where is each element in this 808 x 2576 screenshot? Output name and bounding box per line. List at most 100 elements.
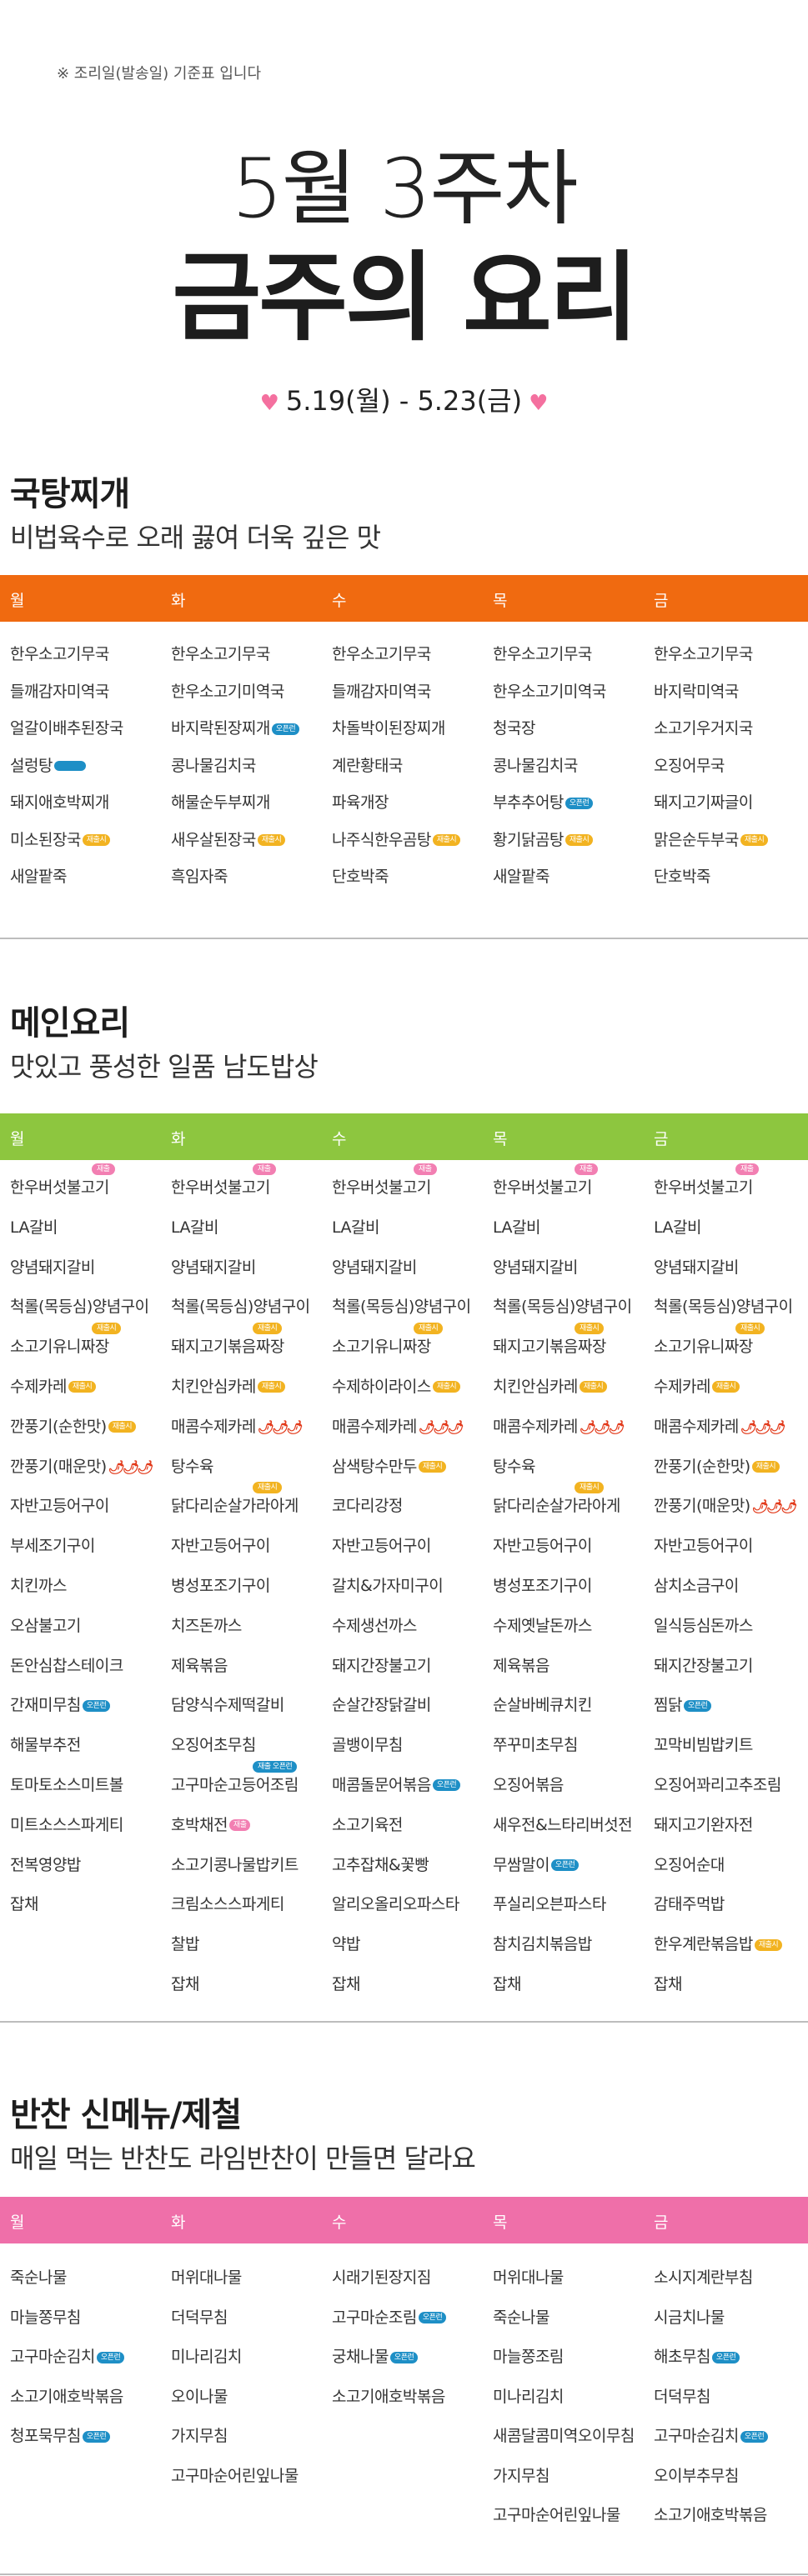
menu-item: 콩나물김치국 [493, 753, 655, 791]
chili-pepper-icon: 🌶🌶🌶 [579, 1418, 625, 1435]
menu-item-name: 크림소스스파게티 [171, 1895, 284, 1914]
menu-badge: 재출시 [565, 834, 594, 846]
menu-item: 미나리김치 [171, 2344, 334, 2384]
day-label: 월 [10, 1130, 25, 1148]
menu-item-name: 전복영양밥 [10, 1855, 81, 1874]
menu-item: 골뱅이무침 [332, 1733, 494, 1773]
menu-item-name: 한우소고기미역국 [493, 682, 606, 701]
menu-item: 부세조기구이 [10, 1533, 173, 1573]
menu-item-name: 마늘쫑조림 [493, 2348, 564, 2366]
menu-item: 더덕무침 [171, 2305, 334, 2345]
menu-item: 들깨감자미역국 [332, 679, 494, 717]
day-label: 금 [654, 1130, 669, 1148]
menu-item: 깐풍기(매운맛) 🌶🌶🌶 [10, 1454, 173, 1494]
menu-item-name: 오삼불고기 [10, 1616, 81, 1635]
menu-badge: 재출시 [740, 834, 769, 846]
menu-item-name: 갈치&가자미구이 [332, 1576, 444, 1595]
day-label: 수 [332, 1130, 347, 1148]
menu-item-name: 잡채 [654, 1974, 682, 1993]
menu-item-name: 바지락미역국 [654, 682, 739, 701]
menu-item: 한우소고기무국 [171, 642, 334, 679]
menu-item-name: LA갈비 [171, 1218, 218, 1237]
menu-item-name: 돼지간장불고기 [654, 1656, 753, 1675]
menu-item-name: 파육개장 [332, 793, 389, 812]
menu-item: 맑은순두부국 재출시 [654, 828, 808, 865]
menu-item: 제육볶음 [493, 1653, 655, 1693]
menu-item-name: 소고기유니짜장 [10, 1338, 109, 1357]
menu-item: 고구마순고등어조림 재출 오픈런 [171, 1760, 334, 1813]
menu-item-name: 자반고등어구이 [332, 1537, 431, 1556]
menu-item: 단호박죽 [654, 864, 808, 902]
menu-item-name: LA갈비 [332, 1218, 379, 1237]
menu-item: LA갈비 [493, 1215, 655, 1255]
menu-item-name: 찜닭 [654, 1696, 682, 1715]
menu-badge: 재출시 [432, 1381, 461, 1393]
menu-item-name: 담양식수제떡갈비 [171, 1696, 284, 1715]
menu-top-badge: 재출시 [253, 1323, 283, 1335]
menu-item: 알리오올리오파스타 [332, 1892, 494, 1932]
menu-top-badge: 재출 [253, 1163, 276, 1175]
menu-item-name: 나주식한우곰탕 [332, 830, 431, 849]
day-column-1: 한우소고기무국 한우소고기미역국 바지락된장찌개 오픈런 콩나물김치국 해물순두부찌개 새우… [171, 642, 334, 902]
menu-top-badge: 재출 [575, 1163, 598, 1175]
menu-item: 자반고등어구이 [654, 1533, 808, 1573]
menu-item-name: 들깨감자미역국 [10, 682, 109, 701]
day-label: 수 [332, 592, 347, 610]
menu-item-name: 수제카레 [10, 1377, 67, 1396]
menu-item-name: 자반고등어구이 [171, 1537, 270, 1556]
menu-item: 흑임자죽 [171, 864, 334, 902]
day-column-1: 한우버섯불고기 재출 LA갈비 양념돼지갈비 척롤(목등심)양념구이 돼지고기볶음짜장 재출… [171, 1163, 334, 2012]
menu-item-name: 한우소고기무국 [332, 645, 431, 663]
menu-item-name: 오징어볶음 [493, 1775, 564, 1794]
menu-item-name: 미나리김치 [493, 2387, 564, 2406]
menu-item: 고구마순조림 오픈런 [332, 2305, 494, 2345]
menu-item: 치킨안심카레 재출시 [171, 1374, 334, 1414]
menu-item: 오징어순대 [654, 1853, 808, 1893]
menu-item: 양념돼지갈비 [171, 1255, 334, 1295]
menu-badge: 재출시 [418, 1461, 447, 1473]
day-column-3: 한우버섯불고기 재출 LA갈비 양념돼지갈비 척롤(목등심)양념구이 돼지고기볶음짜장 재출… [493, 1163, 655, 2012]
heart-icon: ♥ [259, 391, 279, 416]
menu-item-name: 미나리김치 [171, 2348, 242, 2366]
menu-item-name: 잡채 [493, 1974, 521, 1993]
menu-item-name: 고구마순김치 [10, 2348, 95, 2366]
menu-item-name: 해초무침 [654, 2348, 710, 2366]
menu-item: 새알팥죽 [10, 864, 173, 902]
day-column-2: 한우버섯불고기 재출 LA갈비 양념돼지갈비 척롤(목등심)양념구이 소고기유니짜장 재출시… [332, 1163, 494, 2012]
menu-item: 가지무침 [171, 2423, 334, 2463]
menu-item: LA갈비 [10, 1215, 173, 1255]
menu-item: 새콤달콤미역오이무침 [493, 2423, 655, 2463]
menu-item-name: 돼지애호박찌개 [10, 793, 109, 812]
menu-badge: 재출시 [751, 1461, 780, 1473]
menu-item-name: LA갈비 [10, 1218, 58, 1237]
menu-item: LA갈비 [654, 1215, 808, 1255]
menu-item-name: 잡채 [332, 1974, 360, 1993]
menu-item-name: 고구마순고등어조림 [171, 1775, 299, 1794]
menu-item: 돼지고기볶음짜장 재출시 [493, 1323, 655, 1374]
menu-item-name: 죽순나물 [493, 2308, 550, 2327]
menu-badge: 오픈런 [711, 2351, 740, 2363]
menu-item-name: 맑은순두부국 [654, 830, 739, 849]
menu-badge: 재출 [228, 1819, 251, 1832]
menu-badge: 재출시 [108, 1421, 137, 1433]
menu-item: 일식등심돈까스 [654, 1613, 808, 1653]
menu-item: 양념돼지갈비 [654, 1255, 808, 1295]
menu-item: 깐풍기(매운맛) 🌶🌶🌶 [654, 1493, 808, 1533]
menu-item: 매콤수제카레 🌶🌶🌶 [332, 1414, 494, 1454]
section-title: 국탕찌개 [10, 475, 130, 513]
menu-item: 고구마순어린잎나물 [493, 2503, 655, 2543]
menu-item-name: 새알팥죽 [10, 868, 67, 886]
menu-item-name: 소고기우거지국 [654, 719, 753, 738]
menu-badge: 오픈런 [565, 797, 594, 809]
menu-item: 콩나물김치국 [171, 753, 334, 791]
menu-item: 크림소스스파게티 [171, 1892, 334, 1932]
menu-item: 호박채전 재출 [171, 1813, 334, 1853]
menu-item: 병성포조기구이 [493, 1573, 655, 1613]
day-label: 목 [493, 592, 508, 610]
menu-item-name: 양념돼지갈비 [10, 1258, 95, 1277]
menu-item: 얼갈이배추된장국 [10, 716, 173, 753]
menu-item-name: 수제하이라이스 [332, 1377, 431, 1396]
chili-pepper-icon: 🌶🌶🌶 [418, 1418, 464, 1435]
menu-item: 시래기된장지짐 [332, 2265, 494, 2305]
menu-item-name: 치킨안심카레 [493, 1377, 578, 1396]
